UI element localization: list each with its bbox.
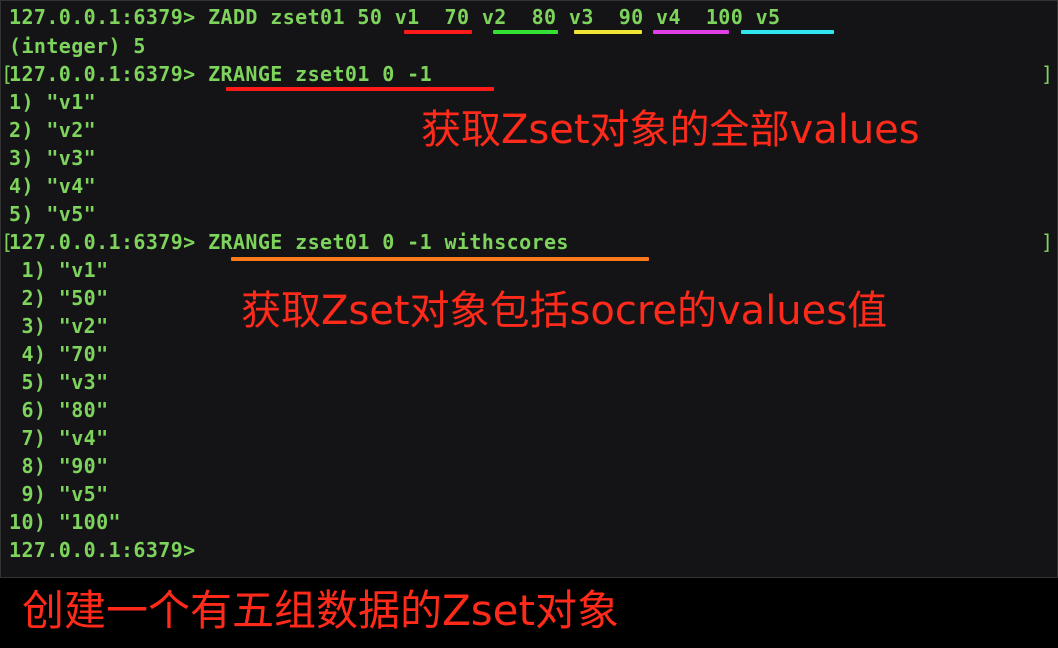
result-line: 8) "90" — [9, 454, 109, 478]
score-pair-v1: 50 v1 — [357, 5, 420, 29]
zadd-reply: (integer) 5 — [9, 34, 146, 58]
result-line: 4) "70" — [9, 342, 109, 366]
underline-v5 — [741, 30, 834, 34]
result-line: 2) "50" — [9, 286, 109, 310]
underline-v2 — [493, 30, 558, 34]
prompt: 127.0.0.1:6379> — [9, 5, 196, 29]
underline-withscores — [231, 257, 649, 261]
prompt: 127.0.0.1:6379> — [9, 62, 196, 86]
command-text: ZADD zset01 — [208, 5, 345, 29]
prompt: 127.0.0.1:6379> — [9, 230, 196, 254]
result-line: 1) "v1" — [9, 90, 97, 114]
final-prompt: 127.0.0.1:6379> — [9, 538, 196, 562]
result-line: 5) "v5" — [9, 202, 97, 226]
score-pair-v2: 70 v2 — [444, 5, 507, 29]
result-line: 10) "100" — [9, 510, 121, 534]
annotation-zrange-all: 获取Zset对象的全部values — [421, 107, 920, 153]
score-pair-v5: 100 v5 — [705, 5, 781, 29]
screenshot: 127.0.0.1:6379> ZADD zset01 50 v1 70 v2 … — [0, 0, 1058, 648]
score-pair-v4: 90 v4 — [618, 5, 681, 29]
result-line: 9) "v5" — [9, 482, 109, 506]
result-line: 7) "v4" — [9, 426, 109, 450]
result-line: 3) "v3" — [9, 146, 97, 170]
right-bracket: ] — [1040, 230, 1053, 254]
result-line: 1) "v1" — [9, 258, 109, 282]
command-text: ZRANGE zset01 0 -1 withscores — [208, 230, 569, 254]
underline-v4 — [653, 30, 729, 34]
result-line: 5) "v3" — [9, 370, 109, 394]
terminal-window[interactable]: 127.0.0.1:6379> ZADD zset01 50 v1 70 v2 … — [0, 0, 1058, 578]
annotation-zrange-withscores: 获取Zset对象包括socre的values值 — [241, 288, 888, 334]
zadd-command-line: 127.0.0.1:6379> ZADD zset01 50 v1 70 v2 … — [9, 3, 780, 31]
zrange-withscores-command-line: 127.0.0.1:6379> ZRANGE zset01 0 -1 withs… — [9, 228, 569, 256]
result-line: 2) "v2" — [9, 118, 97, 142]
right-bracket: ] — [1040, 62, 1053, 86]
underline-zrange — [226, 87, 494, 91]
underline-v1 — [404, 30, 472, 34]
command-text: ZRANGE zset01 0 -1 — [208, 62, 433, 86]
zrange-command-line: 127.0.0.1:6379> ZRANGE zset01 0 -1 — [9, 60, 432, 88]
score-pair-v3: 80 v3 — [531, 5, 594, 29]
result-line: 6) "80" — [9, 398, 109, 422]
result-line: 4) "v4" — [9, 174, 97, 198]
annotation-zadd-create: 创建一个有五组数据的Zset对象 — [22, 586, 619, 635]
result-line: 3) "v2" — [9, 314, 109, 338]
underline-v3 — [574, 30, 642, 34]
